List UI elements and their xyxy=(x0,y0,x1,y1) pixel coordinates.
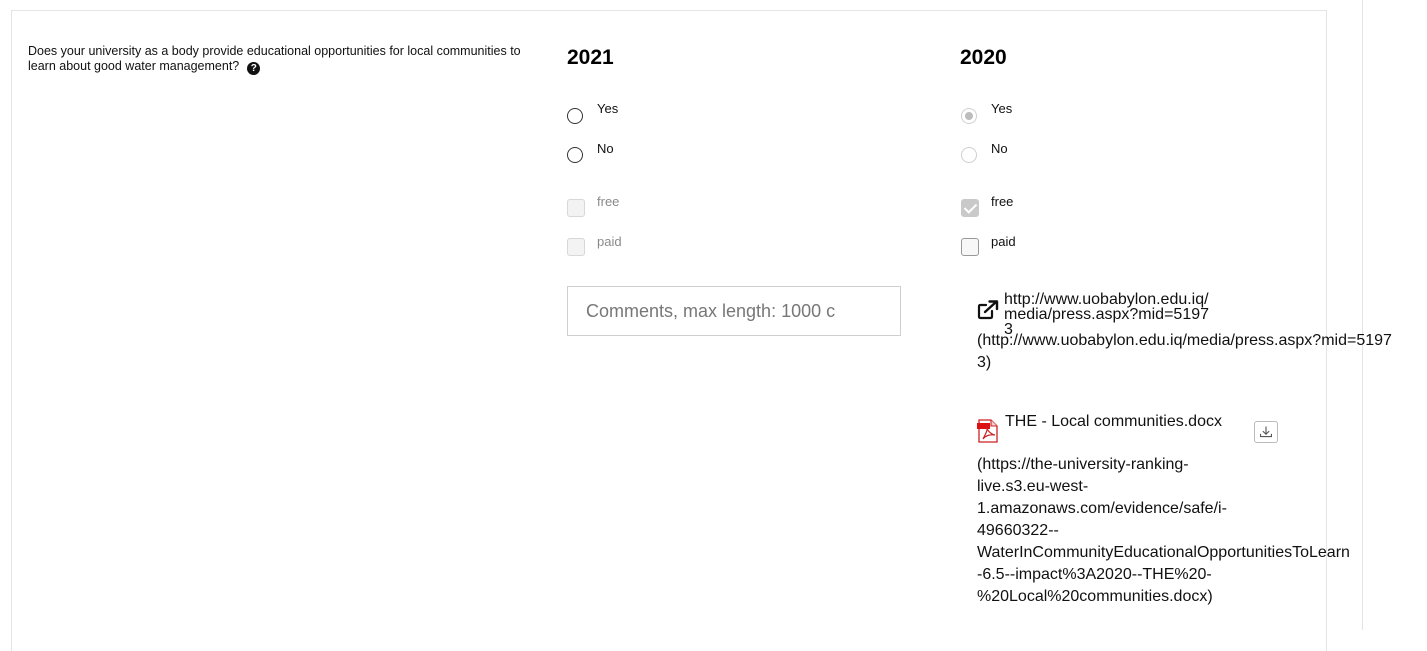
file-url-line: (https://the-university-ranking- xyxy=(977,456,1189,473)
question-label: Does your university as a body provide e… xyxy=(28,44,521,73)
file-url-line: -6.5--impact%3A2020--THE%20- xyxy=(977,566,1212,583)
radio-2020-yes-label: Yes xyxy=(991,101,1013,116)
year-2020-heading: 2020 xyxy=(960,46,1007,69)
radio-2021-yes-label: Yes xyxy=(597,101,619,116)
evidence-file-url: (https://the-university-ranking- live.s3… xyxy=(977,454,1417,608)
checkbox-2021-free-label: free xyxy=(597,194,620,209)
comments-input[interactable] xyxy=(567,286,901,336)
radio-2020-yes xyxy=(961,108,977,124)
year-2021-heading: 2021 xyxy=(567,46,614,69)
file-url-line: 49660322-- xyxy=(977,522,1059,539)
checkbox-2020-paid[interactable] xyxy=(961,238,979,256)
download-button[interactable] xyxy=(1254,421,1278,443)
file-url-line: live.s3.eu-west- xyxy=(977,478,1089,495)
radio-2021-no[interactable] xyxy=(567,147,583,163)
checkbox-2020-free-label: free xyxy=(991,194,1014,209)
file-url-line: 1.amazonaws.com/evidence/safe/i- xyxy=(977,500,1227,517)
checkbox-2021-paid-label: paid xyxy=(597,234,622,249)
file-url-line: WaterInCommunityEducationalOpportunities… xyxy=(977,544,1350,561)
radio-2020-no-label: No xyxy=(991,141,1008,156)
question-circle-icon[interactable]: ? xyxy=(247,62,261,75)
radio-2020-no xyxy=(961,147,977,163)
radio-2021-yes[interactable] xyxy=(567,108,583,124)
question-text: Does your university as a body provide e… xyxy=(28,44,528,75)
checkbox-2021-free[interactable] xyxy=(567,199,585,217)
file-url-line: %20Local%20communities.docx) xyxy=(977,588,1213,605)
checkbox-2020-free xyxy=(961,199,979,217)
external-link-icon[interactable] xyxy=(977,300,999,320)
download-icon xyxy=(1260,426,1272,438)
pdf-file-icon xyxy=(977,419,998,443)
evidence-file-title[interactable]: THE - Local communities.docx xyxy=(1005,414,1225,430)
checkbox-2021-paid[interactable] xyxy=(567,238,585,256)
checkbox-2020-paid-label: paid xyxy=(991,234,1016,249)
evidence-link-url: (http://www.uobabylon.edu.iq/media/press… xyxy=(977,332,1392,371)
radio-2021-no-label: No xyxy=(597,141,614,156)
